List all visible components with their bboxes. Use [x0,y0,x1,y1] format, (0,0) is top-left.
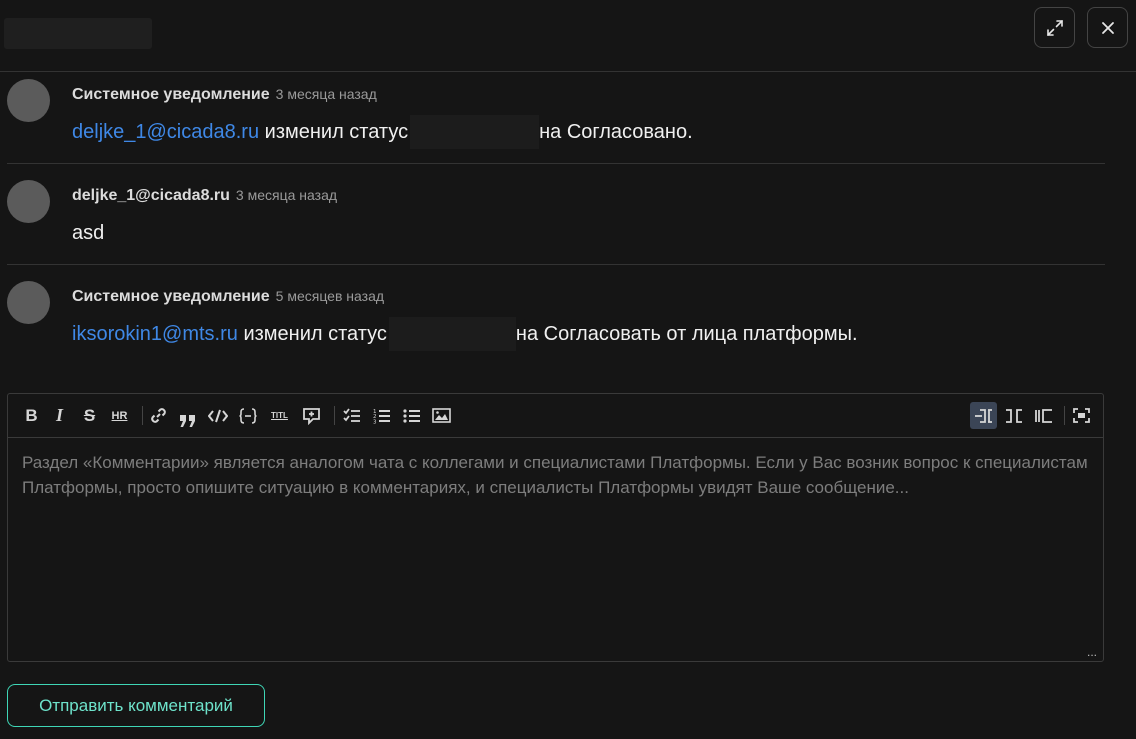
code-button[interactable] [204,402,231,429]
redacted-status [410,115,540,149]
ordered-list-button[interactable]: 1 2 3 [368,402,395,429]
comment-text: изменил статус [259,120,409,143]
redacted-status [388,317,516,351]
title-icon: TITL [271,411,288,420]
toolbar-separator [334,406,335,425]
comment-header: Системное уведомление 5 месяцев назад [72,288,384,306]
strikethrough-button[interactable]: S [76,402,103,429]
comment-author: deljke_1@cicada8.ru [72,187,230,204]
code-block-icon [238,407,257,424]
checklist-icon [342,407,360,422]
hr-icon: HR [111,409,128,422]
toolbar-separator [1064,406,1065,425]
code-icon [207,409,228,422]
comment-icon [303,407,320,425]
avatar [7,79,50,122]
ordered-list-icon: 1 2 3 [373,409,390,424]
unordered-list-button[interactable] [398,402,425,429]
user-link[interactable]: iksorokin1@mts.ru [72,323,238,346]
comment-body: asd [72,216,104,250]
comment-text: на Согласовано. [539,120,693,143]
comment-time: 3 месяца назад [275,86,377,102]
modal-header [0,0,1136,72]
comment-time: 5 месяцев назад [275,288,385,304]
comment-time: 3 месяца назад [235,187,338,203]
comment-body: iksorokin1@mts.ru изменил статус на Согла… [72,317,858,351]
live-mode-button[interactable] [1000,402,1027,429]
editor-toolbar: B I S HR TITL 1 2 3 [8,394,1103,438]
hr-button[interactable]: HR [106,402,133,429]
toolbar-separator [142,406,143,425]
close-icon [1101,21,1114,34]
comment-button[interactable] [298,402,325,429]
svg-text:3: 3 [373,419,377,424]
comment-header: deljke_1@cicada8.ru 3 месяца назад [72,187,337,205]
title-button[interactable]: TITL [266,402,293,429]
comment-author: Системное уведомление [72,86,270,103]
bold-button[interactable]: B [18,402,45,429]
quote-button[interactable] [174,402,201,429]
checklist-button[interactable] [338,402,365,429]
expand-icon [1046,19,1063,36]
italic-button[interactable]: I [46,402,73,429]
avatar [7,281,50,324]
unordered-list-icon [402,408,420,423]
fullscreen-icon [1073,408,1090,423]
user-link[interactable]: deljke_1@cicada8.ru [72,121,259,144]
divider [7,264,1105,265]
comment-text: asd [72,221,105,244]
close-button[interactable] [1087,7,1128,48]
fullscreen-button[interactable] [1068,402,1095,429]
comment-text: на Согласовать от лица платформы. [515,322,858,345]
preview-mode-icon [1034,408,1052,423]
preview-mode-button[interactable] [1030,402,1057,429]
image-icon [432,408,451,423]
link-icon [151,408,166,423]
comment-author: Системное уведомление [72,288,270,305]
redacted-title [4,18,152,49]
code-block-button[interactable] [234,402,261,429]
comment-editor: B I S HR TITL 1 2 3 Раздел «Комментарии»… [7,393,1104,662]
italic-icon: I [55,405,63,425]
resize-handle[interactable]: ... [1087,645,1097,659]
bold-icon: B [25,405,38,425]
comment-header: Системное уведомление 3 месяца назад [72,86,377,104]
comment-text: изменил статус [237,322,387,345]
link-button[interactable] [145,402,172,429]
quote-icon [179,414,195,427]
strikethrough-icon: S [83,405,96,425]
divider [7,163,1105,164]
live-mode-icon [1005,408,1022,423]
edit-mode-icon [974,408,992,423]
edit-mode-button[interactable] [970,402,997,429]
avatar [7,180,50,223]
comment-input[interactable]: Раздел «Комментарии» является аналогом ч… [22,451,1092,500]
expand-button[interactable] [1034,7,1075,48]
comment-body: deljke_1@cicada8.ru изменил статус на Сог… [72,115,693,149]
send-comment-button[interactable]: Отправить комментарий [7,684,265,727]
image-button[interactable] [428,402,455,429]
